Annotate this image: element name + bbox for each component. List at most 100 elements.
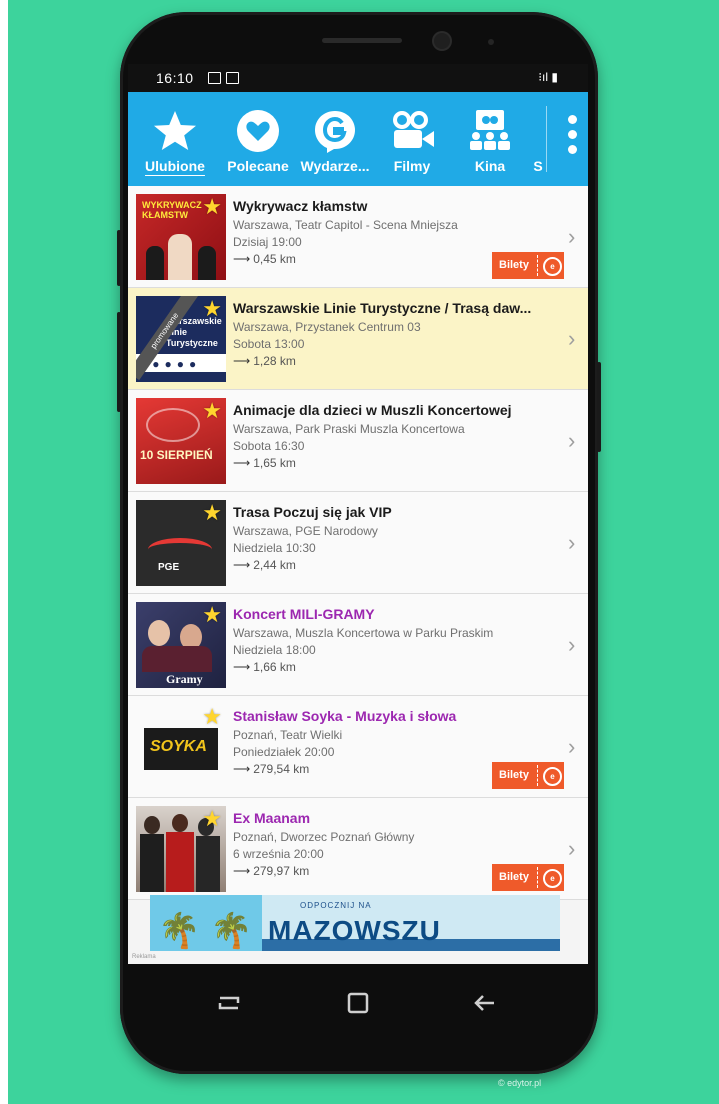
event-distance: ⟶ 2,44 km	[233, 558, 296, 572]
tab-label: Ulubione	[145, 158, 205, 174]
distance-icon: ⟶	[233, 252, 251, 266]
ad-headline: MAZOWSZU	[268, 915, 441, 946]
distance-icon: ⟶	[233, 558, 251, 572]
chevron-right-icon: ›	[568, 224, 576, 249]
tab-label: Polecane	[227, 158, 289, 174]
event-title: Trasa Poczuj się jak VIP	[233, 504, 392, 520]
tab-filmy[interactable]: Filmy	[380, 92, 444, 186]
chevron-right-icon: ›	[568, 326, 576, 351]
ticket-provider-icon: e	[543, 869, 562, 888]
list-item[interactable]: Gramy ★ Koncert MILI-GRAMY Warszawa, Mus…	[128, 594, 588, 696]
ad-small-text: ODPOCZNIJ NA	[300, 901, 372, 910]
list-item[interactable]: SOYKA ★ Stanisław Soyka - Muzyka i słowa…	[128, 696, 588, 798]
recent-apps-icon[interactable]	[212, 986, 246, 1020]
favorite-star-icon[interactable]: ★	[202, 502, 222, 524]
tab-wydarzenia[interactable]: Wydarze...	[294, 92, 376, 186]
tab-label: S	[533, 158, 543, 174]
star-icon	[154, 111, 196, 150]
tickets-button[interactable]: Bilety e	[492, 864, 564, 891]
event-thumbnail: 10 SIERPIEŃ ★	[136, 398, 226, 484]
palm-tree-icon: 🌴	[210, 912, 253, 950]
event-time: Dzisiaj 19:00	[233, 235, 302, 249]
speaker-grille	[322, 38, 402, 43]
event-title: Warszawskie Linie Turystyczne / Trasą da…	[233, 300, 532, 316]
event-place: Warszawa, PGE Narodowy	[233, 524, 378, 538]
ticket-provider-icon: e	[543, 257, 562, 276]
event-place: Poznań, Dworzec Poznań Główny	[233, 830, 415, 844]
sensor-icon	[488, 39, 494, 45]
tickets-button[interactable]: Bilety e	[492, 252, 564, 279]
event-title: Stanisław Soyka - Muzyka i słowa	[233, 708, 457, 724]
back-icon[interactable]	[468, 986, 502, 1020]
event-time: Sobota 16:30	[233, 439, 305, 453]
tickets-label: Bilety	[499, 259, 529, 271]
favorite-star-icon[interactable]: ★	[202, 604, 222, 626]
list-item[interactable]: Warszawskie Linie Turystyczne ●●●●● prom…	[128, 288, 588, 390]
event-place: Warszawa, Park Praski Muszla Koncertowa	[233, 422, 465, 436]
toolbar-divider	[546, 106, 547, 172]
front-camera-icon	[434, 33, 450, 49]
favorite-star-icon[interactable]: ★	[202, 706, 222, 728]
signal-battery-status: ⁝ıl ▮	[538, 70, 558, 84]
event-place: Warszawa, Teatr Capitol - Scena Mniejsza	[233, 218, 458, 232]
bixby-button	[117, 312, 121, 412]
favorite-star-icon[interactable]: ★	[202, 196, 222, 218]
camera-icon	[393, 111, 434, 148]
distance-icon: ⟶	[233, 456, 251, 470]
event-icon	[315, 111, 355, 153]
overflow-menu-icon[interactable]	[562, 110, 582, 166]
list-item[interactable]: PGE ★ Trasa Poczuj się jak VIP Warszawa,…	[128, 492, 588, 594]
event-title: Animacje dla dzieci w Muszli Koncertowej	[233, 402, 512, 418]
event-time: Sobota 13:00	[233, 337, 305, 351]
gallery-icon	[208, 72, 221, 84]
tab-label: Wydarze...	[300, 158, 370, 174]
system-nav-bar	[128, 964, 588, 1042]
tab-label: Kina	[474, 158, 506, 174]
tab-more-partial[interactable]: S	[528, 92, 548, 186]
event-thumbnail: PGE ★	[136, 500, 226, 586]
event-thumbnail: Warszawskie Linie Turystyczne ●●●●● prom…	[136, 296, 226, 382]
event-info: Animacje dla dzieci w Muszli Koncertowej…	[233, 402, 553, 470]
tickets-button[interactable]: Bilety e	[492, 762, 564, 789]
volume-button	[117, 230, 121, 286]
favorite-star-icon[interactable]: ★	[202, 298, 222, 320]
app-screen: 16:10 ⁝ıl ▮ Ulubione Polecane Wydarze...	[128, 64, 588, 964]
thumbnail-text: Gramy	[166, 672, 203, 686]
favorite-star-icon[interactable]: ★	[202, 808, 222, 830]
thumbnail-text: WYKRYWACZ KŁAMSTW	[142, 200, 202, 220]
distance-icon: ⟶	[233, 864, 251, 878]
home-icon[interactable]	[341, 986, 375, 1020]
distance-icon: ⟶	[233, 762, 251, 776]
palm-tree-icon: 🌴	[158, 912, 201, 950]
event-time: 6 września 20:00	[233, 847, 324, 861]
notification-icon	[226, 72, 239, 84]
status-bar: 16:10 ⁝ıl ▮	[128, 64, 588, 92]
tab-label: Filmy	[393, 158, 431, 174]
tickets-label: Bilety	[499, 871, 529, 883]
power-button	[597, 362, 601, 452]
tab-kina[interactable]: Kina	[458, 92, 522, 186]
list-item[interactable]: ★ Ex Maanam Poznań, Dworzec Poznań Główn…	[128, 798, 588, 900]
heart-icon	[237, 110, 279, 152]
event-thumbnail: WYKRYWACZ KŁAMSTW ★	[136, 194, 226, 280]
event-thumbnail: SOYKA ★	[136, 704, 226, 790]
event-place: Poznań, Teatr Wielki	[233, 728, 343, 742]
event-thumbnail: Gramy ★	[136, 602, 226, 688]
top-tab-bar: Ulubione Polecane Wydarze... Filmy Kina …	[128, 92, 588, 186]
list-item[interactable]: WYKRYWACZ KŁAMSTW ★ Wykrywacz kłamstw Wa…	[128, 186, 588, 288]
event-info: Trasa Poczuj się jak VIP Warszawa, PGE N…	[233, 504, 553, 572]
thumbnail-text: PGE	[158, 562, 180, 573]
event-title: Wykrywacz kłamstw	[233, 198, 368, 214]
distance-icon: ⟶	[233, 354, 251, 368]
event-place: Warszawa, Muszla Koncertowa w Parku Pras…	[233, 626, 494, 640]
list-item[interactable]: 10 SIERPIEŃ ★ Animacje dla dzieci w Musz…	[128, 390, 588, 492]
event-list: WYKRYWACZ KŁAMSTW ★ Wykrywacz kłamstw Wa…	[128, 186, 588, 900]
tab-ulubione[interactable]: Ulubione	[140, 92, 210, 186]
event-time: Niedziela 10:30	[233, 541, 316, 555]
ad-banner[interactable]: 🌴 🌴 ODPOCZNIJ NA MAZOWSZU	[150, 895, 560, 951]
event-distance: ⟶ 1,66 km	[233, 660, 296, 674]
event-distance: ⟶ 1,28 km	[233, 354, 296, 368]
tab-polecane[interactable]: Polecane	[222, 92, 294, 186]
favorite-star-icon[interactable]: ★	[202, 400, 222, 422]
chevron-right-icon: ›	[568, 530, 576, 555]
